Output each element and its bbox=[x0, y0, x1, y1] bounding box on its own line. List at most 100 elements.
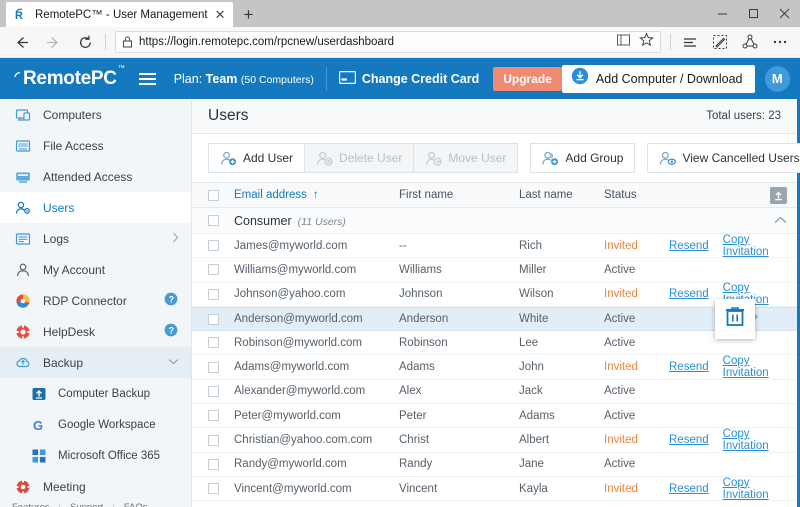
help-icon[interactable]: ? bbox=[163, 291, 179, 310]
column-header-email[interactable]: Email address ↑ bbox=[234, 189, 399, 201]
copy-invitation-link[interactable]: Copy Invitation bbox=[723, 477, 797, 501]
hub-favorites-icon[interactable] bbox=[676, 29, 704, 55]
row-checkbox-cell[interactable] bbox=[208, 386, 234, 397]
row-checkbox-cell[interactable] bbox=[208, 240, 234, 251]
sidebar-item-helpdesk[interactable]: HelpDesk? bbox=[0, 316, 191, 347]
sidebar-item-my-account[interactable]: My Account bbox=[0, 254, 191, 285]
table-row[interactable]: James@myworld.com--RichInvitedResendCopy… bbox=[192, 234, 797, 258]
column-header-last-name[interactable]: Last name bbox=[519, 189, 604, 201]
row-checkbox-cell[interactable] bbox=[208, 264, 234, 275]
column-header-first-name[interactable]: First name bbox=[399, 189, 519, 201]
row-checkbox[interactable] bbox=[208, 240, 219, 251]
remotepc-logo[interactable]: RemotePC ™ bbox=[14, 69, 125, 88]
sort-asc-icon[interactable]: ↑ bbox=[313, 189, 319, 201]
sidebar-item-computer-backup[interactable]: Computer Backup bbox=[0, 378, 191, 409]
sidebar-item-meeting[interactable]: Meeting bbox=[0, 471, 191, 502]
table-row[interactable]: Alexander@myworld.comAlexJackActive bbox=[192, 380, 797, 404]
delete-row-button[interactable] bbox=[715, 299, 755, 339]
copy-invitation-link[interactable]: Copy Invitation bbox=[723, 428, 797, 452]
view-cancelled-users-button[interactable]: View Cancelled Users bbox=[647, 143, 800, 173]
row-checkbox[interactable] bbox=[208, 314, 219, 325]
table-row[interactable]: Adams@myworld.comAdamsJohnInvitedResendC… bbox=[192, 355, 797, 379]
reading-view-icon[interactable] bbox=[616, 33, 631, 52]
group-checkbox-cell[interactable] bbox=[208, 215, 234, 226]
add-computer-download-button[interactable]: Add Computer / Download bbox=[562, 65, 755, 93]
forward-icon[interactable] bbox=[38, 29, 68, 55]
row-checkbox-cell[interactable] bbox=[208, 289, 234, 300]
menu-hamburger-icon[interactable] bbox=[139, 73, 156, 85]
sidebar-item-microsoft-office-365[interactable]: Microsoft Office 365 bbox=[0, 440, 191, 471]
select-all-checkbox[interactable] bbox=[208, 190, 219, 201]
sidebar-item-google-workspace[interactable]: GGoogle Workspace bbox=[0, 409, 191, 440]
sidebar-item-users[interactable]: Users bbox=[0, 192, 191, 223]
group-row-consumer[interactable]: Consumer (11 Users) bbox=[192, 208, 797, 234]
chevron-up-icon[interactable] bbox=[774, 215, 787, 227]
row-checkbox[interactable] bbox=[208, 459, 219, 470]
table-row[interactable]: Williams@myworld.comWilliamsMillerActive bbox=[192, 258, 797, 282]
more-options-icon[interactable] bbox=[766, 29, 794, 55]
copy-invitation-link[interactable]: Copy Invitation bbox=[723, 355, 797, 379]
help-icon[interactable]: ? bbox=[163, 322, 179, 341]
row-checkbox[interactable] bbox=[208, 289, 219, 300]
footer-link-support[interactable]: Support bbox=[70, 502, 103, 507]
chevron-right-icon[interactable] bbox=[172, 232, 179, 246]
sidebar-item-attended-access[interactable]: Attended Access bbox=[0, 161, 191, 192]
minimize-icon[interactable] bbox=[707, 0, 738, 27]
table-row[interactable]: Robinson@myworld.comRobinsonLeeActive bbox=[192, 331, 797, 355]
row-checkbox-cell[interactable] bbox=[208, 459, 234, 470]
export-icon[interactable] bbox=[770, 187, 787, 204]
row-checkbox[interactable] bbox=[208, 410, 219, 421]
footer-link-features[interactable]: Features bbox=[12, 502, 50, 507]
table-row[interactable]: Christian@yahoo.com.comChristAlbertInvit… bbox=[192, 428, 797, 452]
favorite-star-icon[interactable] bbox=[639, 32, 654, 52]
user-avatar[interactable]: M bbox=[765, 66, 790, 92]
row-checkbox[interactable] bbox=[208, 264, 219, 275]
row-checkbox[interactable] bbox=[208, 337, 219, 348]
delete-trash-icon[interactable] bbox=[725, 306, 745, 332]
sidebar-item-rdp-connector[interactable]: RDP Connector? bbox=[0, 285, 191, 316]
change-credit-card-button[interactable]: Change Credit Card bbox=[339, 71, 479, 87]
column-header-status[interactable]: Status bbox=[604, 189, 669, 201]
browser-tab[interactable]: R RemotePC™ - User Management ✕ bbox=[6, 2, 233, 27]
row-checkbox-cell[interactable] bbox=[208, 483, 234, 494]
row-checkbox[interactable] bbox=[208, 362, 219, 373]
row-checkbox-cell[interactable] bbox=[208, 362, 234, 373]
sidebar-item-file-access[interactable]: File Access bbox=[0, 130, 191, 161]
sidebar-item-computers[interactable]: Computers bbox=[0, 99, 191, 130]
table-row[interactable]: Anderson@myworld.comAndersonWhiteActive bbox=[192, 307, 797, 331]
reload-icon[interactable] bbox=[70, 29, 100, 55]
address-bar[interactable]: https://login.remotepc.com/rpcnew/userda… bbox=[115, 31, 661, 53]
close-window-icon[interactable] bbox=[769, 0, 800, 27]
table-row[interactable]: Vincent@myworld.comVincentKaylaInvitedRe… bbox=[192, 477, 797, 501]
table-row[interactable]: Randy@myworld.comRandyJaneActive bbox=[192, 453, 797, 477]
row-checkbox[interactable] bbox=[208, 483, 219, 494]
sidebar-item-logs[interactable]: Logs bbox=[0, 223, 191, 254]
share-icon[interactable] bbox=[736, 29, 764, 55]
back-icon[interactable] bbox=[6, 29, 36, 55]
footer-link-faqs[interactable]: FAQs bbox=[124, 502, 148, 507]
row-checkbox-cell[interactable] bbox=[208, 435, 234, 446]
maximize-icon[interactable] bbox=[738, 0, 769, 27]
resend-link[interactable]: Resend bbox=[669, 483, 709, 495]
copy-invitation-link[interactable]: Copy Invitation bbox=[723, 234, 797, 258]
add-user-button[interactable]: Add User bbox=[208, 143, 305, 173]
resend-link[interactable]: Resend bbox=[669, 288, 709, 300]
resend-link[interactable]: Resend bbox=[669, 361, 709, 373]
row-checkbox-cell[interactable] bbox=[208, 337, 234, 348]
sidebar-item-backup[interactable]: Backup bbox=[0, 347, 191, 378]
upgrade-button[interactable]: Upgrade bbox=[493, 67, 562, 91]
add-group-button[interactable]: Add Group bbox=[530, 143, 635, 173]
web-note-icon[interactable] bbox=[706, 29, 734, 55]
table-row[interactable]: Johnson@yahoo.comJohnsonWilsonInvitedRes… bbox=[192, 283, 797, 307]
chevron-down-icon[interactable] bbox=[168, 357, 179, 368]
select-all-checkbox-cell[interactable] bbox=[208, 190, 234, 201]
row-checkbox-cell[interactable] bbox=[208, 314, 234, 325]
row-checkbox[interactable] bbox=[208, 435, 219, 446]
group-checkbox[interactable] bbox=[208, 215, 219, 226]
table-row[interactable]: Peter@myworld.comPeterAdamsActive bbox=[192, 404, 797, 428]
new-tab-button[interactable]: + bbox=[233, 2, 263, 27]
row-checkbox[interactable] bbox=[208, 386, 219, 397]
close-tab-icon[interactable]: ✕ bbox=[215, 8, 226, 21]
resend-link[interactable]: Resend bbox=[669, 240, 709, 252]
row-checkbox-cell[interactable] bbox=[208, 410, 234, 421]
